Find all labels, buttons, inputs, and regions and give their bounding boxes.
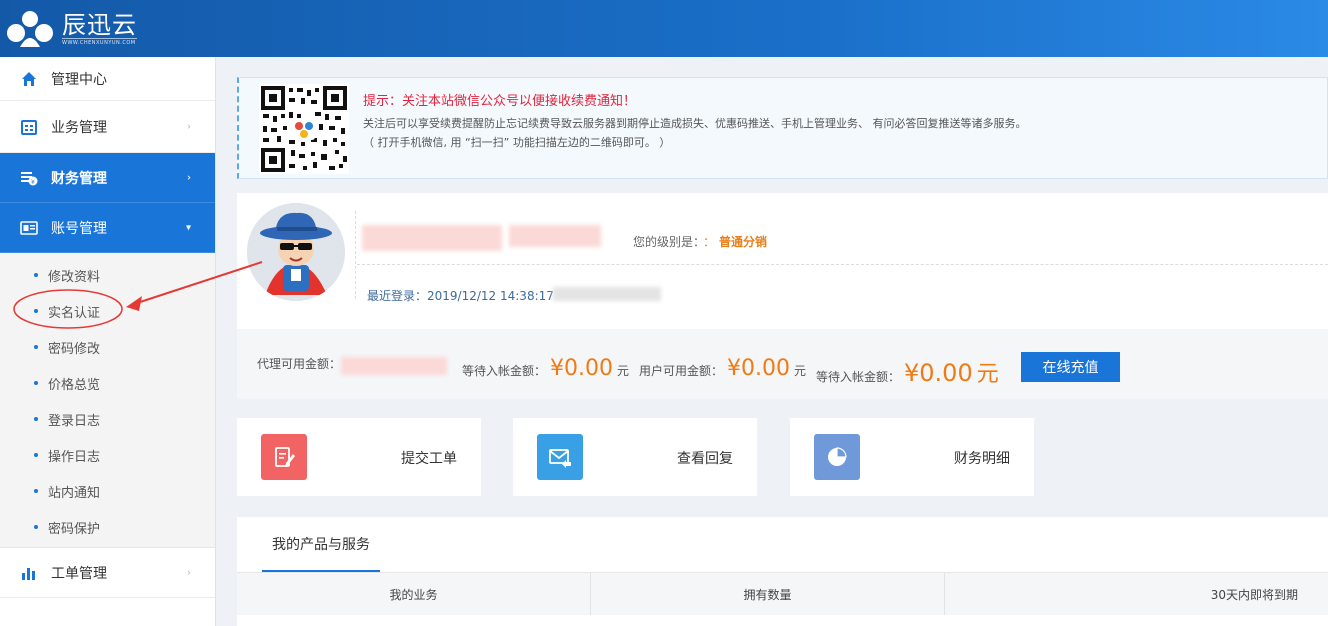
submenu-site-notice[interactable]: 站内通知 bbox=[0, 473, 215, 509]
brand-logo[interactable]: 辰迅云 WWW.CHENXUNYUN.COM bbox=[4, 8, 137, 50]
home-icon bbox=[20, 70, 38, 88]
finance-icon: ¥ bbox=[20, 169, 38, 187]
chevron-right-icon: › bbox=[187, 121, 191, 132]
brand-name: 辰迅云 bbox=[62, 11, 137, 39]
chevron-right-icon: › bbox=[187, 172, 191, 183]
recharge-button[interactable]: 在线充值 bbox=[1021, 352, 1120, 382]
redacted-ip bbox=[553, 287, 661, 301]
quick-action-submit-ticket[interactable]: 提交工单 bbox=[237, 418, 481, 496]
mail-reply-icon bbox=[537, 434, 583, 480]
sidebar-item-label: 管理中心 bbox=[51, 71, 107, 88]
submenu-login-log[interactable]: 登录日志 bbox=[0, 401, 215, 437]
card-label: 查看回复 bbox=[677, 451, 733, 467]
sidebar-item-tickets[interactable]: 工单管理 › bbox=[0, 548, 215, 598]
balance-bar: 代理可用金额： 等待入帐金额： ¥0.00 元 用户可用金额： ¥0.00 元 … bbox=[237, 329, 1328, 399]
qr-code-icon bbox=[259, 84, 349, 174]
wechat-notice: 提示：关注本站微信公众号以便接收续费通知！ 关注后可以享受续费提醒防止忘记续费导… bbox=[237, 77, 1328, 179]
sidebar-item-label: 工单管理 bbox=[51, 565, 107, 582]
tab-my-products[interactable]: 我的产品与服务 bbox=[262, 517, 380, 572]
agent-balance: 代理可用金额： bbox=[257, 357, 342, 371]
products-panel: 我的产品与服务 我的业务 拥有数量 30天内即将到期 bbox=[237, 517, 1328, 626]
pending-balance-2: 等待入帐金额： ¥0.00 元 bbox=[816, 359, 999, 387]
column-header: 30天内即将到期 bbox=[1210, 587, 1298, 602]
account-submenu: 修改资料 实名认证 密码修改 价格总览 登录日志 操作日志 站内通知 密码保护 bbox=[0, 253, 215, 548]
submenu-change-password[interactable]: 密码修改 bbox=[0, 329, 215, 365]
sidebar-item-business[interactable]: 业务管理 › bbox=[0, 101, 215, 153]
id-card-icon bbox=[20, 219, 38, 237]
grid-icon bbox=[20, 118, 38, 136]
bar-chart-icon bbox=[20, 564, 38, 582]
last-login: 最近登录：2019/12/12 14:38:17 bbox=[367, 289, 554, 303]
notice-title: 提示：关注本站微信公众号以便接收续费通知！ bbox=[363, 94, 637, 109]
logo-icon bbox=[4, 9, 56, 49]
pie-chart-icon bbox=[814, 434, 860, 480]
pending-amount-2: ¥0.00 bbox=[904, 359, 973, 387]
redacted-username-2 bbox=[509, 225, 601, 247]
svg-text:¥: ¥ bbox=[31, 179, 35, 186]
sidebar-item-label: 账号管理 bbox=[51, 220, 107, 237]
avatar[interactable] bbox=[247, 203, 345, 301]
submenu-operation-log[interactable]: 操作日志 bbox=[0, 437, 215, 473]
submenu-edit-profile[interactable]: 修改资料 bbox=[0, 257, 215, 293]
submenu-price-overview[interactable]: 价格总览 bbox=[0, 365, 215, 401]
notice-instruction: （ 打开手机微信, 用 “扫一扫” 功能扫描左边的二维码即可。 ） bbox=[363, 136, 671, 149]
sidebar-item-label: 业务管理 bbox=[51, 119, 107, 136]
redacted-username bbox=[362, 225, 502, 251]
user-level: 您的级别是：：普通分销 bbox=[633, 235, 768, 249]
top-header: 辰迅云 WWW.CHENXUNYUN.COM bbox=[0, 0, 1328, 57]
submenu-password-protect[interactable]: 密码保护 bbox=[0, 509, 215, 545]
brand-domain: WWW.CHENXUNYUN.COM bbox=[62, 38, 137, 46]
edit-ticket-icon bbox=[261, 434, 307, 480]
submenu-real-name-auth[interactable]: 实名认证 bbox=[0, 293, 215, 329]
divider bbox=[357, 264, 1328, 265]
sidebar-item-dashboard[interactable]: 管理中心 bbox=[0, 57, 215, 101]
column-header: 拥有数量 bbox=[591, 573, 945, 615]
divider bbox=[355, 211, 356, 299]
user-amount: ¥0.00 bbox=[727, 356, 790, 381]
level-value: 普通分销 bbox=[719, 235, 768, 249]
column-header: 我的业务 bbox=[237, 573, 591, 615]
pending-balance-1: 等待入帐金额： ¥0.00 元 bbox=[462, 356, 630, 381]
sidebar-item-account[interactable]: 账号管理 ▾ bbox=[0, 203, 215, 253]
redacted-agent-amount bbox=[341, 357, 447, 375]
profile-panel: 您的级别是：：普通分销 最近登录：2019/12/12 14:38:17 bbox=[237, 193, 1328, 329]
chevron-right-icon: › bbox=[187, 567, 191, 578]
quick-action-view-replies[interactable]: 查看回复 bbox=[513, 418, 757, 496]
products-table-header: 我的业务 拥有数量 30天内即将到期 bbox=[237, 573, 1328, 615]
sidebar-item-finance[interactable]: ¥ 财务管理 › bbox=[0, 153, 215, 203]
chevron-down-icon: ▾ bbox=[185, 222, 191, 233]
notice-description: 关注后可以享受续费提醒防止忘记续费导致云服务器到期停止造成损失、优惠码推送、手机… bbox=[363, 117, 1027, 130]
sidebar: 管理中心 业务管理 › ¥ 财务管理 › 账号管理 ▾ 修改资料 实名认证 密码… bbox=[0, 57, 216, 626]
card-label: 财务明细 bbox=[954, 451, 1010, 467]
pending-amount-1: ¥0.00 bbox=[550, 356, 613, 381]
sidebar-item-label: 财务管理 bbox=[51, 170, 107, 187]
quick-action-finance-details[interactable]: 财务明细 bbox=[790, 418, 1034, 496]
card-label: 提交工单 bbox=[401, 451, 457, 467]
user-balance: 用户可用金额： ¥0.00 元 bbox=[639, 356, 807, 381]
